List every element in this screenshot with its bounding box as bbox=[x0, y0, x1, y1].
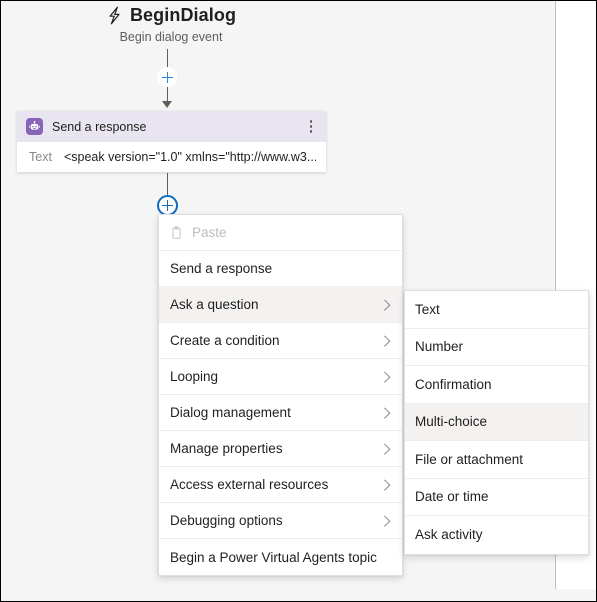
clipboard-icon bbox=[170, 225, 183, 240]
menu-item-label: Create a condition bbox=[170, 333, 280, 348]
power-virtual-agents-bot-icon bbox=[26, 118, 43, 135]
submenu-item-label: Ask activity bbox=[415, 527, 483, 543]
chevron-right-icon bbox=[380, 516, 390, 526]
add-node-button-top[interactable] bbox=[157, 67, 177, 87]
card-body: Text <speak version="1.0" xmlns="http://… bbox=[17, 142, 326, 172]
chevron-right-icon bbox=[380, 480, 390, 490]
trigger-node: BeginDialog Begin dialog event bbox=[1, 5, 341, 44]
submenu-item-label: Number bbox=[415, 339, 464, 355]
submenu-item[interactable]: Text bbox=[405, 291, 588, 329]
trigger-title: BeginDialog bbox=[129, 5, 237, 25]
submenu-item-label: Confirmation bbox=[415, 376, 492, 392]
connector-arrow-icon bbox=[162, 101, 172, 108]
ask-a-question-submenu[interactable]: Text Number Confirmation Multi-choice File o… bbox=[404, 290, 589, 555]
menu-item[interactable]: Looping bbox=[159, 359, 402, 395]
menu-item-label: Dialog management bbox=[170, 405, 291, 420]
menu-item-label: Begin a Power Virtual Agents topic bbox=[170, 549, 377, 565]
plus-icon bbox=[162, 200, 173, 211]
card-header: Send a response bbox=[17, 111, 326, 142]
menu-item-label: Send a response bbox=[170, 261, 273, 276]
chevron-right-icon bbox=[380, 408, 390, 418]
menu-item: Paste bbox=[159, 215, 402, 251]
menu-item-label: Access external resources bbox=[170, 477, 329, 492]
menu-item-label: Ask a question bbox=[170, 297, 259, 312]
submenu-item[interactable]: Confirmation bbox=[405, 366, 588, 404]
menu-item[interactable]: Ask a question bbox=[159, 287, 402, 323]
submenu-item[interactable]: Ask activity bbox=[405, 516, 588, 554]
menu-item-label: Debugging options bbox=[170, 513, 283, 528]
submenu-item[interactable]: Multi-choice bbox=[405, 403, 588, 441]
chevron-right-icon bbox=[380, 336, 390, 346]
menu-item-label: Manage properties bbox=[170, 441, 283, 456]
submenu-item[interactable]: Number bbox=[405, 328, 588, 366]
submenu-item-label: Date or time bbox=[415, 489, 489, 505]
submenu-item-label: Text bbox=[415, 301, 440, 317]
connector-line-bottom bbox=[167, 173, 168, 197]
submenu-item[interactable]: Date or time bbox=[405, 478, 588, 516]
connector-line-top bbox=[167, 49, 168, 67]
kebab-menu-icon[interactable] bbox=[304, 117, 318, 137]
submenu-item-label: File or attachment bbox=[415, 451, 524, 467]
chevron-right-icon bbox=[380, 300, 390, 310]
lightning-bolt-icon bbox=[106, 6, 123, 25]
card-field-value: <speak version="1.0" xmlns="http://www.w… bbox=[63, 150, 316, 164]
menu-item[interactable]: Access external resources bbox=[159, 467, 402, 503]
menu-item-label: Paste bbox=[192, 225, 227, 240]
card-title: Send a response bbox=[52, 119, 147, 134]
trigger-subtitle: Begin dialog event bbox=[119, 30, 223, 44]
menu-item[interactable]: Manage properties bbox=[159, 431, 402, 467]
menu-item[interactable]: Dialog management bbox=[159, 395, 402, 431]
canvas-bottom-strip bbox=[1, 589, 596, 601]
submenu-item-label: Multi-choice bbox=[415, 414, 488, 430]
chevron-right-icon bbox=[380, 372, 390, 382]
plus-icon bbox=[161, 71, 173, 83]
menu-item-label: Looping bbox=[170, 369, 219, 384]
menu-item[interactable]: Create a condition bbox=[159, 323, 402, 359]
chevron-right-icon bbox=[380, 444, 390, 454]
menu-item[interactable]: Send a response bbox=[159, 251, 402, 287]
submenu-item[interactable]: File or attachment bbox=[405, 441, 588, 479]
app-root: BeginDialog Begin dialog event Send a re… bbox=[0, 0, 597, 602]
menu-item[interactable]: Begin a Power Virtual Agents topic bbox=[159, 539, 402, 575]
add-node-button-active[interactable] bbox=[157, 195, 178, 216]
send-a-response-card[interactable]: Send a response Text <speak version="1.0… bbox=[17, 111, 326, 172]
trigger-title-row: BeginDialog bbox=[1, 5, 341, 26]
card-field-label: Text bbox=[29, 150, 52, 164]
menu-item[interactable]: Debugging options bbox=[159, 503, 402, 539]
add-node-context-menu[interactable]: Paste Send a response Ask a question Create… bbox=[158, 214, 403, 576]
